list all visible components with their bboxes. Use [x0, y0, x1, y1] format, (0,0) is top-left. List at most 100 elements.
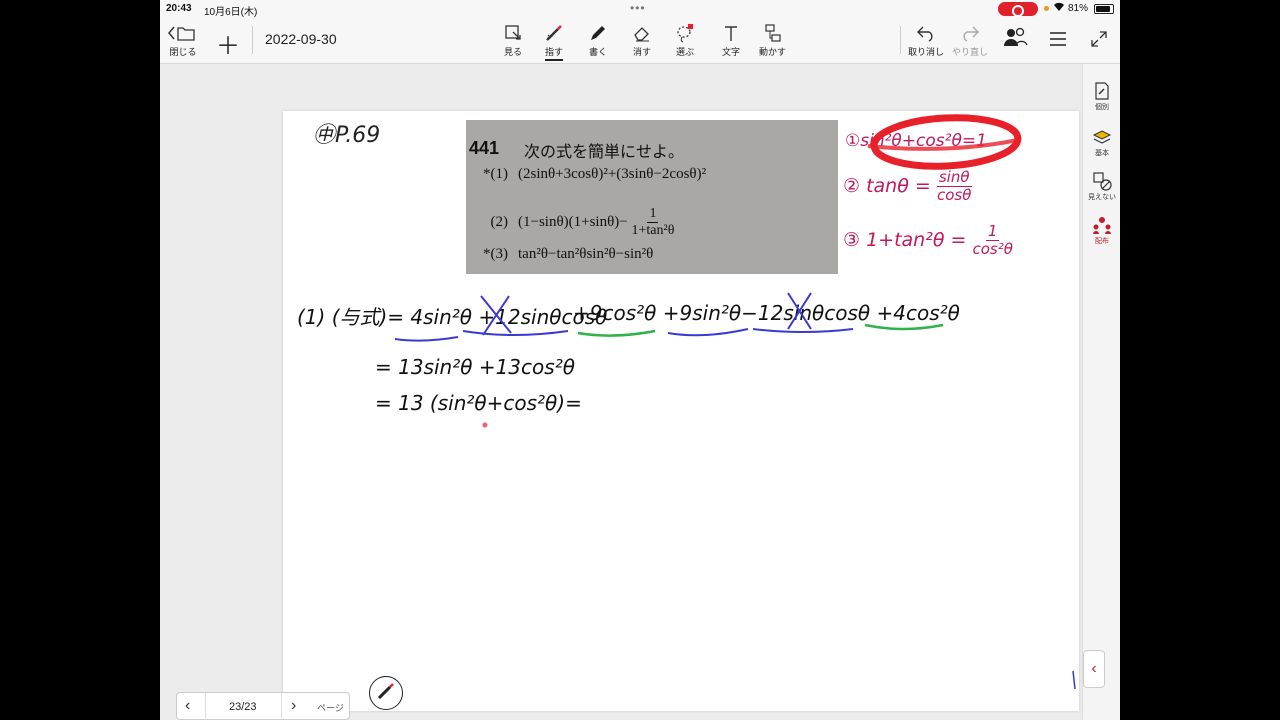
- note-identity-3: ③ 1+tan²θ = 1 cos²θ: [843, 223, 1013, 258]
- problem-1-number: *(1): [483, 166, 508, 182]
- problem-2: (2) (1−sinθ)(1+sinθ)− 1 1+tan²θ: [466, 206, 675, 239]
- menu-button[interactable]: [1048, 28, 1068, 50]
- tool-view-label: 見る: [503, 47, 522, 57]
- screen: 20:43 10月6日(木) ••• 81% 閉じる ＋ 2022-09-30 …: [160, 0, 1120, 720]
- textbook-image: 441 次の式を簡単にせよ。 *(1) (2sinθ+3cosθ)²+(3sinθ…: [466, 120, 838, 274]
- distribute-label: 配布: [1095, 238, 1109, 245]
- pager-divider: [281, 693, 282, 720]
- distribute-button[interactable]: 配布: [1083, 214, 1120, 246]
- note-2-numerator: sinθ: [936, 168, 972, 187]
- work-line-1a: (1) (与式)= 4sin²θ +12sinθcosθ: [297, 305, 608, 329]
- tool-text-button[interactable]: 文字: [721, 22, 741, 58]
- note-2-fraction: sinθ cosθ: [936, 168, 972, 204]
- tool-point-button[interactable]: 指す: [544, 22, 564, 61]
- fraction-denominator: 1+tan²θ: [631, 223, 675, 238]
- page-reference: ㊥P.69: [313, 123, 381, 148]
- undo-label: 取り消し: [908, 47, 945, 57]
- users-button[interactable]: [1002, 26, 1028, 48]
- underline-term-5: [752, 328, 854, 333]
- problem-2-expression: (1−sinθ)(1+sinθ)−: [518, 213, 628, 230]
- text-icon: [721, 22, 741, 44]
- redo-button[interactable]: やり直し: [952, 22, 988, 58]
- laser-pointer-icon: [544, 22, 564, 44]
- expand-icon: [1090, 28, 1108, 50]
- floating-pen-button[interactable]: [369, 676, 403, 710]
- note-2-lhs: ② tanθ =: [843, 175, 937, 197]
- tool-view-button[interactable]: 見る: [503, 22, 523, 58]
- page-count[interactable]: 23/23: [229, 701, 257, 713]
- note-canvas[interactable]: 441 次の式を簡単にせよ。 *(1) (2sinθ+3cosθ)²+(3sinθ…: [160, 64, 1082, 720]
- distribute-users-icon: [1091, 214, 1113, 236]
- work-line-3: = 13 (sin²θ+cos²θ)=: [375, 391, 582, 415]
- lasso-icon: [675, 22, 695, 44]
- fullscreen-button[interactable]: [1090, 28, 1108, 50]
- individual-label: 個別: [1095, 104, 1109, 111]
- document-title[interactable]: 2022-09-30: [265, 31, 337, 47]
- problem-instruction: 次の式を簡単にせよ。: [524, 144, 685, 161]
- underline-term-6: [864, 323, 944, 331]
- work-line-2: = 13sin²θ +13cos²θ: [375, 355, 575, 379]
- users-icon: [1002, 26, 1028, 48]
- underline-term-2: [462, 330, 569, 336]
- tool-select-label: 選ぶ: [675, 47, 694, 57]
- problem-3: *(3) tan²θ−tan²θsin²θ−sin²θ: [466, 246, 653, 263]
- toolbar-divider: [252, 26, 253, 54]
- basic-button[interactable]: 基本: [1083, 126, 1120, 158]
- toolbar-divider: [900, 26, 901, 54]
- underline-term-4: [667, 328, 749, 337]
- individual-button[interactable]: 個別: [1083, 80, 1120, 112]
- move-icon: [763, 22, 783, 44]
- problem-number: 441: [469, 138, 500, 158]
- add-page-button[interactable]: ＋: [216, 26, 240, 61]
- page-label: ページ: [317, 703, 344, 713]
- right-panel: 個別 基本 見えない 配布 ‹: [1082, 64, 1120, 720]
- note-3-denominator: cos²θ: [972, 240, 1013, 258]
- pager-divider: [205, 693, 206, 720]
- eye-icon: [503, 22, 523, 44]
- problem-1: *(1) (2sinθ+3cosθ)²+(3sinθ−2cosθ)²: [466, 166, 706, 183]
- tool-move-label: 動かす: [759, 47, 787, 57]
- tool-move-button[interactable]: 動かす: [759, 22, 786, 58]
- multitask-dots-icon[interactable]: •••: [630, 1, 646, 15]
- next-page-button[interactable]: ›: [291, 697, 296, 715]
- plus-icon: ＋: [216, 33, 240, 60]
- screen-record-icon: [998, 2, 1038, 17]
- tool-erase-button[interactable]: 消す: [632, 22, 652, 58]
- status-bar: 20:43 10月6日(木) ••• 81%: [160, 0, 1120, 18]
- chevron-left-icon: ‹: [1091, 660, 1097, 677]
- redo-label: やり直し: [952, 47, 989, 57]
- status-time: 20:43: [166, 3, 192, 14]
- layers-icon: [1092, 126, 1112, 148]
- note-2-denominator: cosθ: [936, 186, 972, 204]
- note-page[interactable]: 441 次の式を簡単にせよ。 *(1) (2sinθ+3cosθ)²+(3sinθ…: [283, 111, 1079, 711]
- tool-select-button[interactable]: 選ぶ: [675, 22, 695, 58]
- close-label: 閉じる: [169, 47, 197, 57]
- battery-percent: 81%: [1068, 3, 1089, 14]
- undo-icon: [915, 22, 937, 44]
- hidden-layer-icon: [1091, 170, 1113, 192]
- hidden-button[interactable]: 見えない: [1083, 170, 1120, 202]
- wifi-icon: [1053, 2, 1065, 15]
- work-line-1b: +9cos²θ +9sin²θ−12sinθcosθ +4cos²θ: [573, 301, 960, 325]
- hidden-label: 見えない: [1088, 194, 1116, 201]
- underline-term-3: [577, 329, 656, 337]
- stray-stroke: [1072, 670, 1076, 690]
- mic-indicator-icon: [1044, 6, 1049, 11]
- tool-write-button[interactable]: 書く: [588, 22, 608, 58]
- page-navigator: ‹ 23/23 › ページ: [176, 692, 350, 720]
- undo-button[interactable]: 取り消し: [908, 22, 944, 58]
- problem-1-expression: (2sinθ+3cosθ)²+(3sinθ−2cosθ)²: [518, 166, 707, 182]
- problem-2-number: (2): [490, 213, 509, 230]
- edit-page-icon: [1093, 80, 1111, 102]
- underline-term-1: [394, 336, 459, 342]
- close-button[interactable]: 閉じる: [168, 22, 198, 58]
- collapse-panel-button[interactable]: ‹: [1083, 650, 1105, 688]
- hamburger-icon: [1048, 28, 1068, 50]
- basic-label: 基本: [1095, 150, 1109, 157]
- prev-page-button[interactable]: ‹: [185, 697, 190, 715]
- tool-point-label: 指す: [544, 45, 563, 61]
- tool-text-label: 文字: [721, 47, 740, 57]
- note-identity-2: ② tanθ = sinθ cosθ: [843, 169, 972, 204]
- toolbar: 閉じる ＋ 2022-09-30 見る 指す 書く 消す 選ぶ 文字 動かす 取…: [160, 18, 1120, 64]
- status-date: 10月6日(木): [204, 7, 258, 18]
